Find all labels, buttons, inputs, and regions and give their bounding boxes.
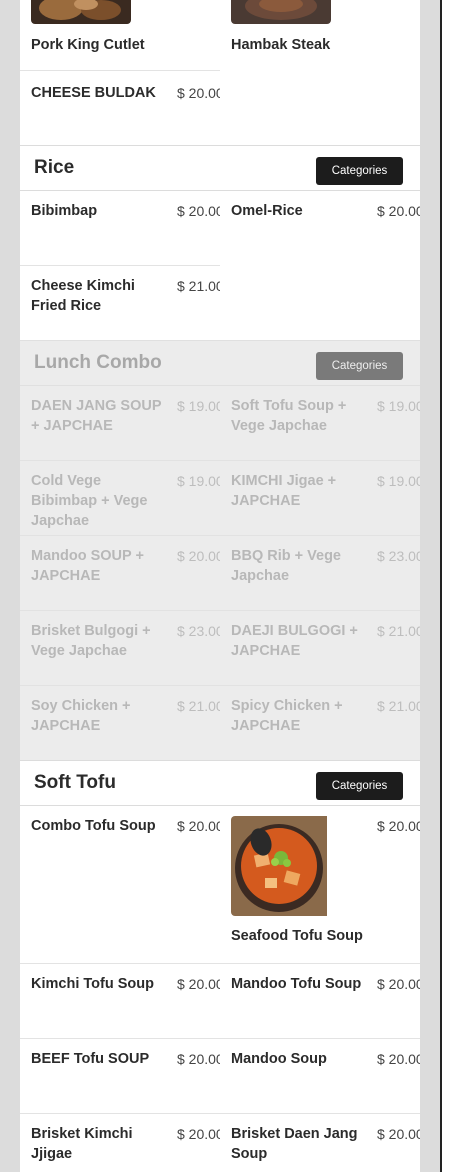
- menu-item-name: Brisket Daen Jang Soup: [231, 1126, 358, 1162]
- scrollbar-track[interactable]: [440, 0, 450, 1172]
- food-photo: [31, 0, 131, 24]
- menu-item-price: $ 20.00: [177, 1126, 220, 1142]
- menu-item[interactable]: Combo Tofu Soup $ 20.00: [20, 806, 220, 964]
- menu-page: Pork King Cutlet Hambak Steak CHEESE BUL…: [20, 0, 420, 1172]
- section-header: Lunch Combo Categories: [20, 340, 420, 386]
- menu-item-name: DAEJI BULGOGI + JAPCHAE: [231, 623, 358, 659]
- menu-item-name: Mandoo SOUP + JAPCHAE: [31, 548, 144, 584]
- food-photo: [231, 816, 331, 916]
- menu-item-price: $ 21.00: [177, 698, 220, 714]
- menu-item[interactable]: DAEJI BULGOGI + JAPCHAE $ 21.00: [220, 611, 420, 686]
- menu-item-name: Cheese Kimchi Fried Rice: [31, 278, 135, 314]
- menu-item-name: KIMCHI Jigae + JAPCHAE: [231, 473, 337, 509]
- food-photo: [231, 0, 331, 24]
- menu-item[interactable]: Mandoo SOUP + JAPCHAE $ 20.00: [20, 536, 220, 611]
- menu-item[interactable]: BEEF Tofu SOUP $ 20.00: [20, 1039, 220, 1114]
- menu-item[interactable]: Cheese Kimchi Fried Rice $ 21.00: [20, 266, 220, 340]
- section-soft-tofu: Soft Tofu Categories Combo Tofu Soup $ 2…: [20, 760, 420, 1172]
- menu-item[interactable]: Mandoo Tofu Soup $ 20.00: [220, 964, 420, 1039]
- categories-button[interactable]: Categories: [316, 157, 403, 185]
- menu-item-price: $ 19.00: [377, 398, 420, 414]
- section-rice: Rice Categories Bibimbap $ 20.00 Omel-Ri…: [20, 145, 420, 340]
- empty-cell: [220, 71, 420, 145]
- menu-item[interactable]: Seafood Tofu Soup $ 20.00: [220, 806, 420, 964]
- menu-item-price: $ 20.00: [377, 1051, 420, 1067]
- menu-item-name: BEEF Tofu SOUP: [31, 1051, 150, 1067]
- section-title: Lunch Combo: [34, 352, 162, 373]
- menu-item-name: DAEN JANG SOUP + JAPCHAE: [31, 398, 162, 434]
- menu-item[interactable]: Bibimbap $ 20.00: [20, 191, 220, 266]
- section-lunch-combo: Lunch Combo Categories DAEN JANG SOUP + …: [20, 340, 420, 760]
- menu-item-name: Hambak Steak: [231, 37, 331, 53]
- menu-item-price: $ 20.00: [177, 548, 220, 564]
- menu-item-price: $ 21.00: [377, 623, 420, 639]
- menu-item-price: $ 20.00: [177, 818, 220, 834]
- menu-item-name: Cold Vege Bibimbap + Vege Japchae: [31, 473, 148, 529]
- menu-item[interactable]: Kimchi Tofu Soup $ 20.00: [20, 964, 220, 1039]
- menu-item-name: Kimchi Tofu Soup: [31, 976, 154, 992]
- menu-item-name: CHEESE BULDAK: [31, 85, 156, 101]
- menu-item-price: $ 20.00: [177, 976, 220, 992]
- menu-item[interactable]: Cold Vege Bibimbap + Vege Japchae $ 19.00: [20, 461, 220, 536]
- menu-item-name: Brisket Kimchi Jjigae: [31, 1126, 133, 1162]
- section-header: Rice Categories: [20, 145, 420, 191]
- section-title: Soft Tofu: [34, 772, 116, 793]
- menu-item-price: $ 20.00: [177, 1051, 220, 1067]
- menu-item-name: Mandoo Tofu Soup: [231, 976, 362, 992]
- menu-item-name: Soy Chicken + JAPCHAE: [31, 698, 131, 734]
- menu-item-price: $ 23.00: [377, 548, 420, 564]
- menu-item-name: Combo Tofu Soup: [31, 818, 156, 834]
- menu-item-price: $ 19.00: [377, 473, 420, 489]
- menu-item-name: BBQ Rib + Vege Japchae: [231, 548, 341, 584]
- categories-button[interactable]: Categories: [316, 772, 403, 800]
- menu-item-price: $ 20.00: [377, 976, 420, 992]
- menu-item-price: $ 20.00: [177, 85, 220, 101]
- menu-item-name: Bibimbap: [31, 203, 98, 219]
- menu-item-name: Soft Tofu Soup + Vege Japchae: [231, 398, 347, 434]
- menu-item-price: $ 20.00: [377, 818, 420, 834]
- menu-item-price: $ 19.00: [177, 473, 220, 489]
- empty-cell: [220, 266, 420, 340]
- menu-item-price: $ 20.00: [377, 1126, 420, 1142]
- menu-item[interactable]: Pork King Cutlet: [20, 0, 220, 71]
- section-title: Rice: [34, 157, 75, 178]
- menu-item[interactable]: Brisket Kimchi Jjigae $ 20.00: [20, 1114, 220, 1172]
- menu-item-price: $ 20.00: [377, 203, 420, 219]
- menu-item[interactable]: BBQ Rib + Vege Japchae $ 23.00: [220, 536, 420, 611]
- menu-item-name: Mandoo Soup: [231, 1051, 327, 1067]
- top-section: Pork King Cutlet Hambak Steak CHEESE BUL…: [20, 0, 420, 145]
- menu-item[interactable]: Soy Chicken + JAPCHAE $ 21.00: [20, 686, 220, 760]
- menu-item-name: Brisket Bulgogi + Vege Japchae: [31, 623, 151, 659]
- menu-item-name: Omel-Rice: [231, 203, 303, 219]
- menu-item-name: Spicy Chicken + JAPCHAE: [231, 698, 343, 734]
- menu-item-price: $ 20.00: [177, 203, 220, 219]
- menu-item[interactable]: Spicy Chicken + JAPCHAE $ 21.00: [220, 686, 420, 760]
- menu-item-price: $ 21.00: [177, 278, 220, 294]
- menu-item[interactable]: CHEESE BULDAK $ 20.00: [20, 71, 220, 145]
- menu-item[interactable]: KIMCHI Jigae + JAPCHAE $ 19.00: [220, 461, 420, 536]
- menu-item-price: $ 19.00: [177, 398, 220, 414]
- menu-item-price: $ 23.00: [177, 623, 220, 639]
- menu-item[interactable]: Soft Tofu Soup + Vege Japchae $ 19.00: [220, 386, 420, 461]
- categories-button[interactable]: Categories: [316, 352, 403, 380]
- menu-item-name: Seafood Tofu Soup: [231, 928, 363, 944]
- menu-item[interactable]: Brisket Daen Jang Soup $ 20.00: [220, 1114, 420, 1172]
- menu-item[interactable]: Hambak Steak: [220, 0, 420, 71]
- menu-item[interactable]: Mandoo Soup $ 20.00: [220, 1039, 420, 1114]
- section-header: Soft Tofu Categories: [20, 760, 420, 806]
- menu-item-price: $ 21.00: [377, 698, 420, 714]
- menu-item[interactable]: Brisket Bulgogi + Vege Japchae $ 23.00: [20, 611, 220, 686]
- menu-item[interactable]: Omel-Rice $ 20.00: [220, 191, 420, 266]
- menu-item[interactable]: DAEN JANG SOUP + JAPCHAE $ 19.00: [20, 386, 220, 461]
- menu-item-name: Pork King Cutlet: [31, 37, 145, 53]
